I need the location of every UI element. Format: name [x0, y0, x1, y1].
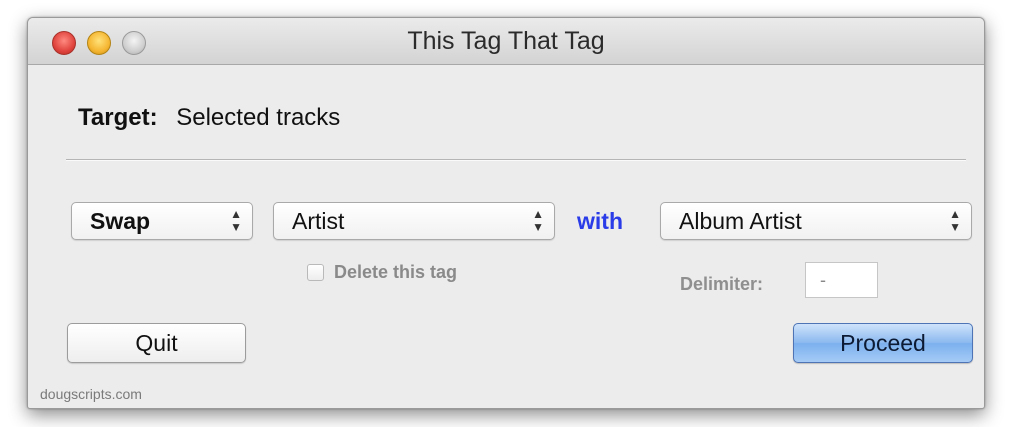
- source-tag-value: Artist: [292, 208, 345, 234]
- up-down-chevrons-icon: ▲ ▼: [949, 207, 961, 234]
- delete-tag-checkbox[interactable]: [307, 264, 324, 281]
- separator: [66, 159, 966, 161]
- app-window: This Tag That Tag Target: Selected track…: [27, 17, 985, 409]
- proceed-button[interactable]: Proceed: [793, 323, 973, 363]
- quit-button[interactable]: Quit: [67, 323, 246, 363]
- delete-tag-option[interactable]: Delete this tag: [307, 262, 457, 283]
- delimiter-field[interactable]: [805, 262, 878, 298]
- credit-text: dougscripts.com: [40, 386, 142, 402]
- delimiter-label: Delimiter:: [680, 274, 764, 294]
- source-tag-popup[interactable]: Artist ▲ ▼: [273, 202, 555, 240]
- up-down-chevrons-icon: ▲ ▼: [230, 207, 242, 234]
- target-value: Selected tracks: [176, 104, 341, 131]
- operation-popup[interactable]: Swap ▲ ▼: [71, 202, 253, 240]
- target-row: Target: Selected tracks: [78, 104, 340, 132]
- with-label: with: [577, 208, 623, 234]
- delete-tag-label: Delete this tag: [334, 262, 458, 282]
- destination-tag-value: Album Artist: [679, 208, 802, 234]
- destination-tag-popup[interactable]: Album Artist ▲ ▼: [660, 202, 972, 240]
- up-down-chevrons-icon: ▲ ▼: [532, 207, 544, 234]
- title-bar[interactable]: This Tag That Tag: [28, 18, 984, 65]
- window-title: This Tag That Tag: [407, 27, 605, 55]
- target-label: Target:: [78, 104, 158, 131]
- operation-popup-value: Swap: [90, 208, 151, 234]
